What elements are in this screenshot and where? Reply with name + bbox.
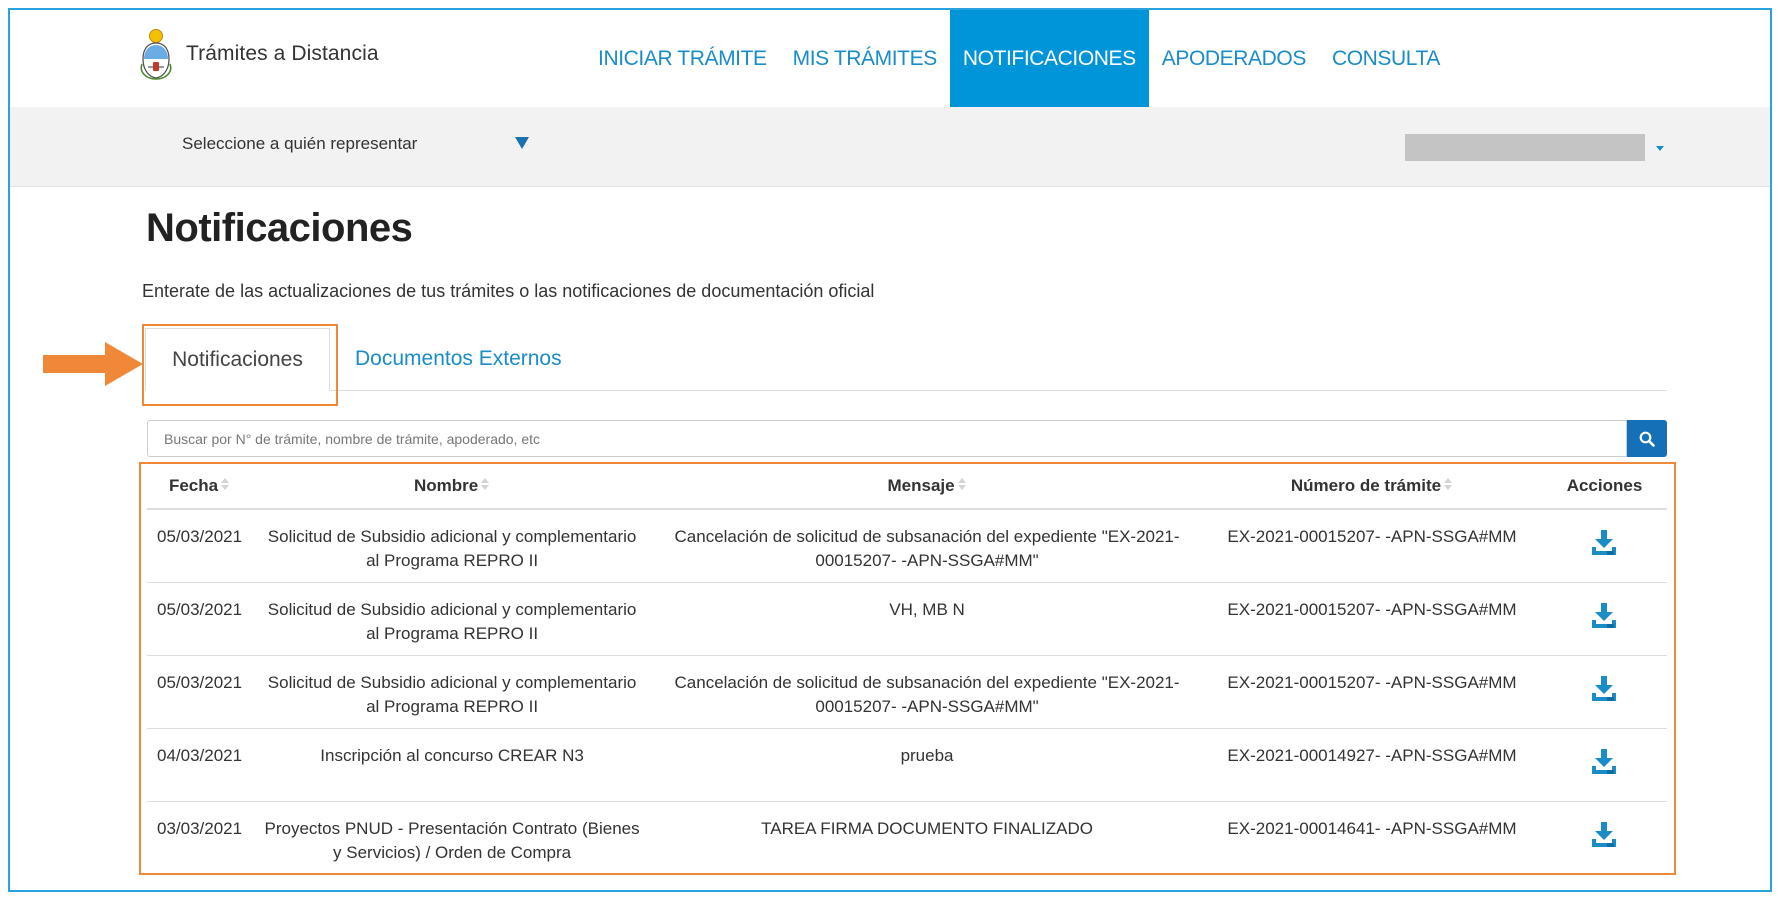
cell-nombre: Solicitud de Subsidio adicional y comple…: [252, 509, 653, 583]
download-icon[interactable]: [1590, 529, 1618, 557]
nav-notificaciones[interactable]: NOTIFICACIONES: [949, 10, 1149, 107]
search-input[interactable]: [147, 420, 1627, 457]
cell-fecha: 04/03/2021: [147, 728, 253, 802]
sort-icon: [1444, 478, 1453, 492]
cell-mensaje: Cancelación de solicitud de subsanación …: [652, 655, 1203, 729]
page-title: Notificaciones: [146, 206, 413, 250]
sort-icon: [957, 478, 967, 492]
represent-label: Seleccione a quién representar: [182, 134, 418, 153]
search-button[interactable]: [1627, 420, 1667, 457]
cell-mensaje: TAREA FIRMA DOCUMENTO FINALIZADO: [761, 818, 1093, 838]
download-icon[interactable]: [1590, 602, 1618, 630]
cell-mensaje: prueba: [652, 728, 1203, 802]
download-icon[interactable]: [1590, 748, 1618, 776]
notifications-table: Fecha Nombre Mensaje Número de trámite A…: [147, 464, 1667, 874]
column-header-nombre[interactable]: Nombre: [252, 464, 653, 510]
site-header: Trámites a Distancia INICIAR TRÁMITE MIS…: [10, 10, 1770, 108]
table-header-row: Fecha Nombre Mensaje Número de trámite A…: [147, 464, 1667, 510]
cell-numero: EX-2021-00014927- -APN-SSGA#MM: [1202, 728, 1542, 802]
tab-documentos-externos[interactable]: Documentos Externos: [355, 328, 562, 390]
cell-acciones: [1541, 655, 1667, 729]
cell-mensaje: VH, MB N: [652, 582, 1203, 656]
user-dropdown-icon[interactable]: [1656, 146, 1664, 151]
tab-notificaciones[interactable]: Notificaciones: [145, 328, 330, 391]
cell-fecha: 03/03/2021: [157, 818, 243, 838]
brand-name: Trámites a Distancia: [186, 42, 379, 65]
column-header-acciones: Acciones: [1541, 464, 1667, 510]
cell-nombre: Solicitud de Subsidio adicional y comple…: [252, 582, 653, 656]
cell-nombre: Proyectos PNUD - Presentación Contrato (…: [264, 818, 640, 862]
table-row: 03/03/2021 Proyectos PNUD - Presentación…: [147, 801, 1667, 874]
nav-consulta[interactable]: CONSULTA: [1319, 10, 1453, 107]
brand[interactable]: Trámites a Distancia: [140, 28, 379, 80]
cell-nombre: Solicitud de Subsidio adicional y comple…: [252, 655, 653, 729]
user-account-redacted[interactable]: [1405, 134, 1645, 161]
table-row: 05/03/2021 Solicitud de Subsidio adicion…: [147, 655, 1667, 729]
cell-numero: EX-2021-00015207- -APN-SSGA#MM: [1202, 655, 1542, 729]
download-icon[interactable]: [1590, 675, 1618, 703]
sort-icon: [221, 478, 230, 492]
cell-fecha: 05/03/2021: [147, 509, 253, 583]
page-subtitle: Enterate de las actualizaciones de tus t…: [142, 281, 875, 301]
cell-nombre: Inscripción al concurso CREAR N3: [252, 728, 653, 802]
cell-numero: EX-2021-00014641- -APN-SSGA#MM: [1227, 818, 1517, 838]
nav-mis-tramites[interactable]: MIS TRÁMITES: [780, 10, 950, 107]
column-header-fecha[interactable]: Fecha: [147, 464, 253, 510]
cell-numero: EX-2021-00015207- -APN-SSGA#MM: [1202, 509, 1542, 583]
argentina-seal-icon: [140, 29, 172, 80]
cell-acciones: [1542, 801, 1667, 874]
represent-selector[interactable]: Seleccione a quién representar: [182, 134, 417, 154]
cell-acciones: [1541, 728, 1667, 802]
cell-acciones: [1541, 509, 1667, 583]
cell-mensaje: Cancelación de solicitud de subsanación …: [652, 509, 1203, 583]
cell-acciones: [1541, 582, 1667, 656]
column-header-numero[interactable]: Número de trámite: [1202, 464, 1542, 510]
table-row: 04/03/2021 Inscripción al concurso CREAR…: [147, 728, 1667, 802]
magnifier-icon: [1639, 431, 1655, 447]
browser-frame: Trámites a Distancia INICIAR TRÁMITE MIS…: [8, 8, 1772, 892]
cell-numero: EX-2021-00015207- -APN-SSGA#MM: [1202, 582, 1542, 656]
table-row: 05/03/2021 Solicitud de Subsidio adicion…: [147, 509, 1667, 583]
represent-dropdown-icon[interactable]: [515, 137, 529, 149]
cell-fecha: 05/03/2021: [147, 655, 253, 729]
download-icon[interactable]: [1590, 821, 1618, 849]
nav-iniciar-tramite[interactable]: INICIAR TRÁMITE: [585, 10, 780, 107]
nav-apoderados[interactable]: APODERADOS: [1149, 10, 1319, 107]
tab-bar: Notificaciones Documentos Externos: [145, 328, 1667, 391]
column-header-mensaje[interactable]: Mensaje: [652, 464, 1203, 510]
representation-bar: Seleccione a quién representar: [10, 107, 1770, 187]
cell-fecha: 05/03/2021: [147, 582, 253, 656]
main-nav: INICIAR TRÁMITE MIS TRÁMITES NOTIFICACIO…: [585, 10, 1770, 107]
sort-icon: [481, 478, 490, 492]
table-row: 05/03/2021 Solicitud de Subsidio adicion…: [147, 582, 1667, 656]
search-bar: [147, 420, 1667, 457]
orange-arrow-icon: [43, 342, 143, 386]
